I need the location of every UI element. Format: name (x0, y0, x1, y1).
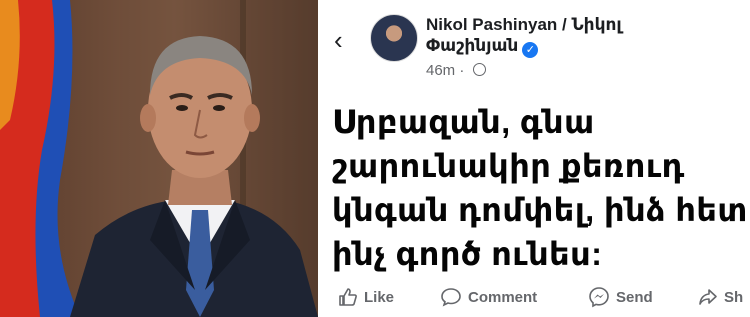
globe-icon (472, 63, 486, 76)
verified-badge-icon: ✓ (522, 42, 539, 58)
avatar[interactable] (370, 14, 418, 62)
post-meta: 46m · (426, 62, 486, 79)
share-button[interactable]: Sh (698, 282, 743, 312)
share-icon (699, 289, 717, 305)
like-button[interactable]: Like (338, 282, 394, 312)
share-label: Sh (724, 288, 744, 306)
post-time[interactable]: 46m (426, 62, 455, 79)
comment-label: Comment (468, 288, 538, 306)
messenger-icon (589, 287, 609, 308)
send-label: Send (616, 288, 653, 306)
send-button[interactable]: Send (588, 282, 653, 312)
facebook-post-panel: ‹ Nikol Pashinyan / Նիկոլ Փաշինյան ✓ 46m … (318, 0, 750, 317)
post-actions: Like Comment Send Sh (318, 282, 750, 312)
portrait-photo (0, 0, 318, 317)
comment-button[interactable]: Comment (440, 282, 537, 312)
post-author[interactable]: Nikol Pashinyan / Նիկոլ Փաշինյան ✓ (426, 14, 726, 58)
like-label: Like (364, 288, 395, 306)
thumbs-up-icon (339, 288, 357, 306)
comment-icon (441, 288, 461, 307)
post-text: Սրբազան, գնա շարունակիր քեռուդ կնգան դոմ… (332, 104, 748, 272)
chevron-left-icon[interactable]: ‹ (334, 26, 356, 54)
portrait-illustration (0, 0, 318, 317)
